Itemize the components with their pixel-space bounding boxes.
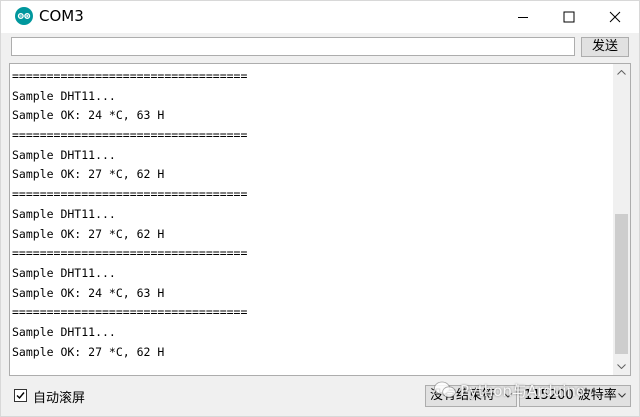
- output-line: Sample OK: 27 *C, 62 H: [12, 226, 165, 241]
- output-line: ==================================: [12, 246, 248, 261]
- close-icon: [609, 11, 621, 23]
- watermark: Python与Arduino: [434, 380, 586, 404]
- output-line: Sample OK: 27 *C, 62 H: [12, 344, 165, 359]
- send-row: 发送: [1, 33, 639, 63]
- send-button[interactable]: 发送: [581, 37, 629, 57]
- scroll-down-button[interactable]: [613, 358, 630, 375]
- watermark-text: Python与Arduino: [460, 382, 586, 400]
- scroll-thumb[interactable]: [615, 214, 628, 354]
- vertical-scrollbar[interactable]: [613, 64, 630, 375]
- arduino-logo-icon: [15, 7, 33, 25]
- wechat-icon: [434, 381, 456, 398]
- output-line: Sample OK: 24 *C, 63 H: [12, 285, 165, 300]
- maximize-icon: [563, 11, 575, 23]
- output-line: Sample DHT11...: [12, 88, 116, 103]
- output-line: Sample DHT11...: [12, 206, 116, 221]
- autoscroll-checkbox[interactable]: [14, 389, 27, 402]
- serial-monitor-window: COM3 发送 ================================…: [0, 0, 640, 417]
- output-lines: ================================== Sample…: [12, 67, 612, 362]
- maximize-button[interactable]: [547, 1, 593, 33]
- send-input[interactable]: [11, 37, 575, 56]
- output-line: ==================================: [12, 128, 248, 143]
- window-title: COM3: [39, 7, 84, 25]
- chevron-down-icon: [617, 364, 626, 369]
- chevron-down-icon: [618, 393, 626, 398]
- output-line: Sample OK: 27 *C, 62 H: [12, 167, 165, 182]
- autoscroll-label: 自动滚屏: [33, 391, 86, 406]
- title-bar[interactable]: COM3: [1, 1, 639, 33]
- close-button[interactable]: [593, 1, 639, 33]
- minimize-icon: [518, 17, 528, 18]
- serial-output[interactable]: ================================== Sample…: [9, 63, 631, 376]
- minimize-button[interactable]: [501, 1, 547, 33]
- chevron-up-icon: [617, 70, 626, 75]
- output-line: ==================================: [12, 69, 248, 83]
- output-line: Sample OK: 24 *C, 63 H: [12, 108, 165, 123]
- checkmark-icon: [16, 392, 25, 400]
- output-line: ==================================: [12, 187, 248, 202]
- output-line: Sample DHT11...: [12, 324, 116, 339]
- output-line: Sample DHT11...: [12, 147, 116, 162]
- scroll-up-button[interactable]: [613, 64, 630, 81]
- output-line: Sample DHT11...: [12, 265, 116, 280]
- output-line: ==================================: [12, 305, 248, 320]
